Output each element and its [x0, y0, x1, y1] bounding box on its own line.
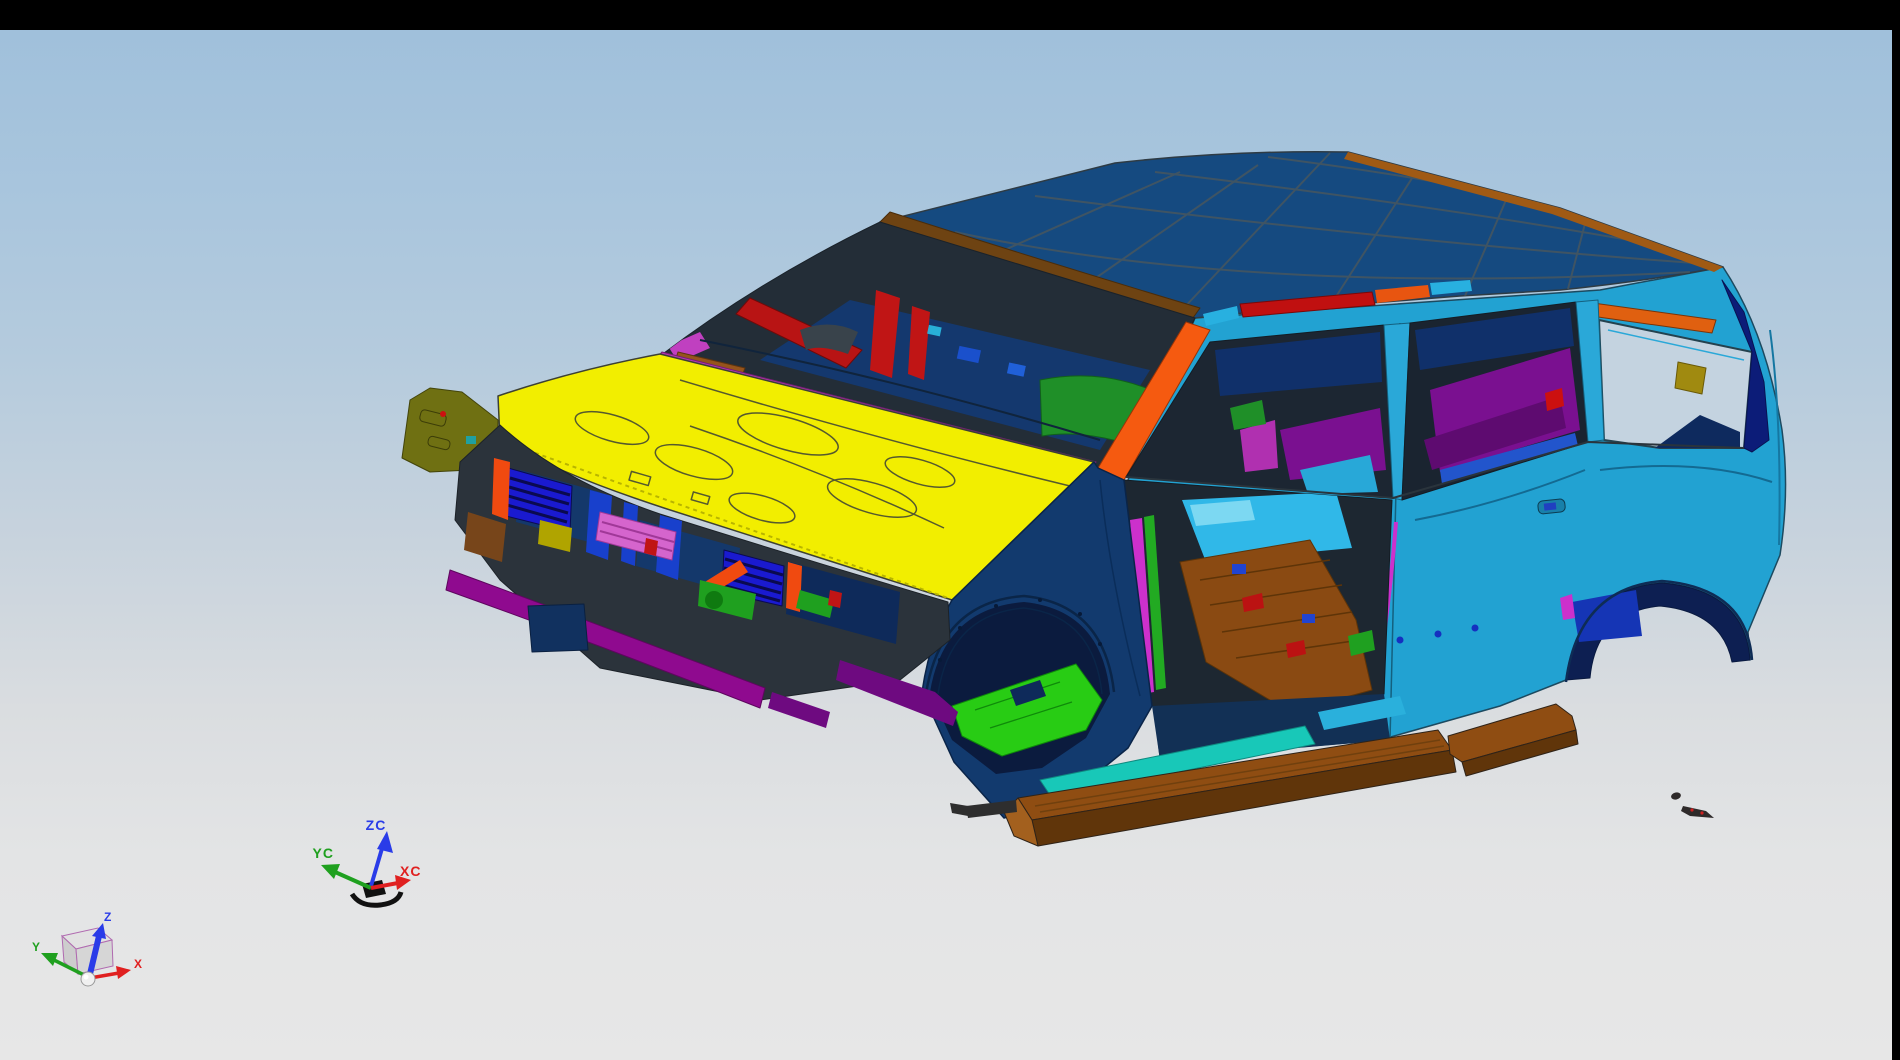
z-axis-label: Z	[104, 910, 111, 924]
zc-axis-arrow	[377, 831, 393, 853]
loose-bracket-parts[interactable]	[1670, 791, 1714, 818]
y-axis-label: Y	[32, 940, 40, 954]
wcs-triad[interactable]: ZC YC XC	[313, 817, 422, 905]
right-black-bar	[1892, 30, 1900, 1050]
y-axis-arrow	[41, 953, 58, 966]
cad-application-window: ZC YC XC Z Y X	[0, 0, 1900, 1060]
rear-door-handle[interactable]	[1537, 499, 1565, 515]
x-axis-label: X	[134, 957, 142, 971]
model-canvas[interactable]: ZC YC XC Z Y X	[0, 30, 1892, 1060]
x-axis-arrow	[116, 966, 131, 979]
datum-csys[interactable]: Z Y X	[32, 910, 142, 986]
xc-axis-label: XC	[400, 863, 421, 879]
zc-axis-label: ZC	[366, 817, 387, 833]
air-dam-bracket	[528, 604, 588, 652]
car-body-model[interactable]	[402, 152, 1786, 846]
yc-axis-label: YC	[313, 845, 334, 861]
top-black-bar	[0, 0, 1900, 30]
graphics-viewport-3d[interactable]: ZC YC XC Z Y X	[0, 30, 1892, 1060]
